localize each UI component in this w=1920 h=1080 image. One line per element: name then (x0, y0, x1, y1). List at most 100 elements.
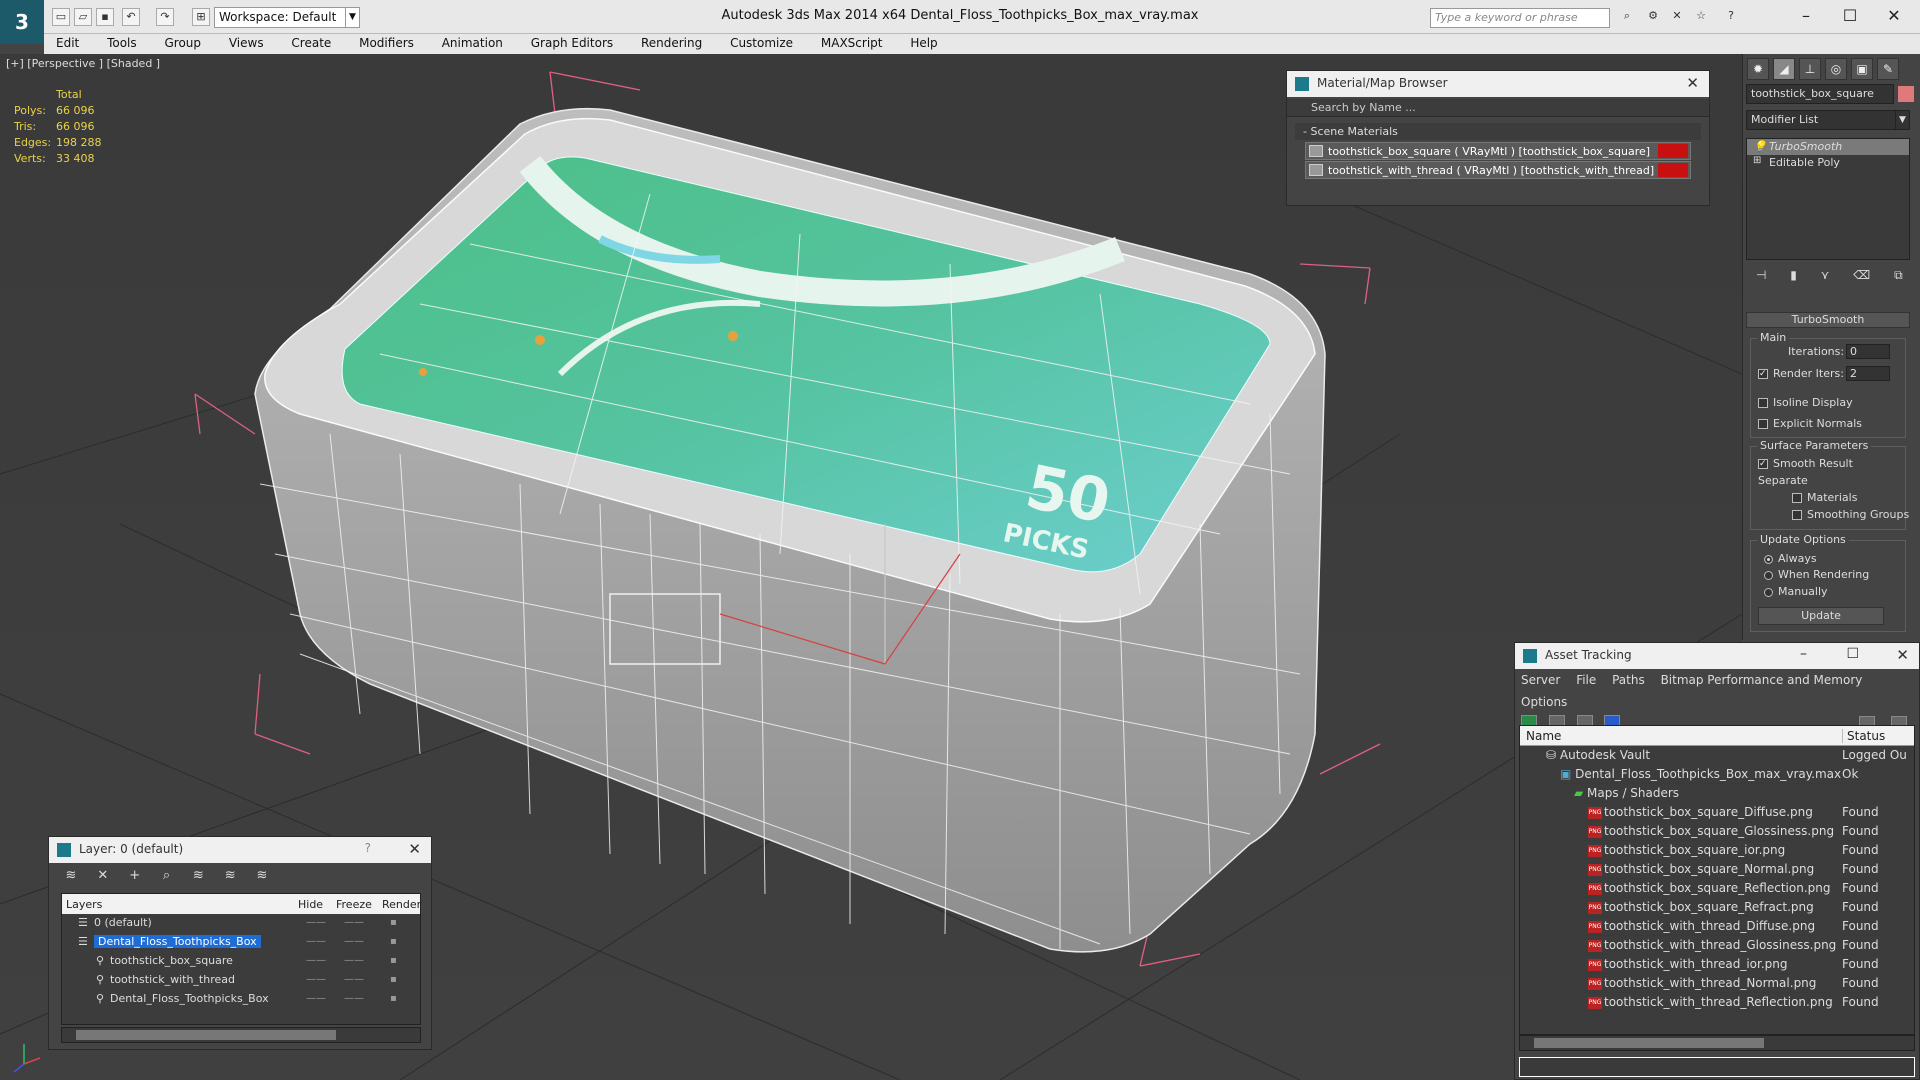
app-logo[interactable]: 3 (0, 0, 44, 44)
asset-row[interactable]: PNG toothstick_with_thread_Reflection.png… (1520, 993, 1914, 1012)
iterations-spinner[interactable]: 0 (1846, 344, 1890, 359)
layer-row[interactable]: ⚲ toothstick_box_square —— —— ▪ (62, 952, 420, 971)
close-icon[interactable]: ✕ (408, 840, 421, 858)
menu-maxscript[interactable]: MAXScript (809, 34, 895, 52)
new-file-icon[interactable]: ▭ (52, 8, 70, 26)
isoline-display-checkbox[interactable]: Isoline Display (1758, 396, 1853, 409)
menu-server[interactable]: Server (1515, 669, 1566, 691)
asset-tracking-titlebar[interactable]: Asset Tracking – ☐ ✕ (1515, 643, 1919, 669)
create-tab-icon[interactable]: ✹ (1747, 58, 1769, 80)
turbosmooth-rollout-header[interactable]: TurboSmooth (1746, 312, 1910, 328)
asset-row[interactable]: ⛁ Autodesk Vault Logged Ou (1520, 746, 1914, 765)
menu-file[interactable]: File (1570, 669, 1602, 691)
layer-manager-titlebar[interactable]: Layer: 0 (default) ? ✕ (49, 837, 431, 863)
column-header-status[interactable]: Status (1842, 729, 1885, 743)
render-toggle[interactable]: ▪ (390, 955, 397, 966)
undo-icon[interactable]: ↶ (122, 8, 140, 26)
highlight-layer-icon[interactable]: ≋ (190, 869, 206, 883)
smooth-result-checkbox[interactable]: Smooth Result (1758, 457, 1853, 470)
asset-row[interactable]: ▣ Dental_Floss_Toothpicks_Box_max_vray.m… (1520, 765, 1914, 784)
asset-row[interactable]: PNG toothstick_with_thread_Normal.png Foun… (1520, 974, 1914, 993)
material-search-input[interactable]: Search by Name ... (1287, 99, 1709, 117)
utilities-tab-icon[interactable]: ✎ (1877, 58, 1899, 80)
render-toggle[interactable]: ▪ (390, 917, 397, 928)
asset-row[interactable]: PNG toothstick_with_thread_ior.png Found (1520, 955, 1914, 974)
modify-tab-icon[interactable]: ◢ (1773, 58, 1795, 80)
update-button[interactable]: Update (1758, 607, 1884, 625)
freeze-toggle[interactable]: —— (344, 936, 364, 947)
minimize-icon[interactable]: – (1800, 646, 1807, 662)
communication-icon[interactable]: ✕ (1668, 8, 1686, 26)
freeze-all-icon[interactable]: ≋ (254, 869, 270, 883)
help-icon[interactable]: ? (1722, 8, 1740, 26)
material-item[interactable]: toothstick_with_thread ( VRayMtl ) [toot… (1305, 161, 1691, 179)
modifier-list-dropdown[interactable]: Modifier List ▼ (1746, 110, 1910, 130)
layer-row[interactable]: ⚲ Dental_Floss_Toothpicks_Box —— —— ▪ (62, 990, 420, 1009)
hide-toggle[interactable]: —— (306, 917, 326, 928)
menu-bitmap-performance[interactable]: Bitmap Performance and Memory (1655, 669, 1869, 691)
render-iters-checkbox[interactable] (1758, 369, 1768, 379)
menu-animation[interactable]: Animation (430, 34, 515, 52)
minimize-icon[interactable]: – (1786, 4, 1826, 28)
column-header-freeze[interactable]: Freeze (336, 898, 372, 911)
freeze-toggle[interactable]: —— (344, 917, 364, 928)
close-icon[interactable]: ✕ (1896, 646, 1909, 664)
object-color-swatch[interactable] (1898, 86, 1914, 102)
scene-materials-section[interactable]: - Scene Materials (1295, 123, 1701, 140)
hide-toggle[interactable]: —— (306, 993, 326, 1004)
asset-row[interactable]: PNG toothstick_box_square_Diffuse.png Foun… (1520, 803, 1914, 822)
menu-options[interactable]: Options (1515, 691, 1573, 713)
new-layer-icon[interactable]: ≋ (63, 869, 79, 883)
layer-row[interactable]: ☰ Dental_Floss_Toothpicks_Box —— —— ▪ (62, 933, 420, 952)
asset-row[interactable]: PNG toothstick_with_thread_Diffuse.png Fou… (1520, 917, 1914, 936)
column-header-hide[interactable]: Hide (298, 898, 323, 911)
materials-checkbox[interactable]: Materials (1792, 491, 1857, 504)
asset-row[interactable]: ▰ Maps / Shaders (1520, 784, 1914, 803)
close-icon[interactable]: ✕ (1874, 4, 1914, 28)
object-name-field[interactable]: toothstick_box_square (1746, 84, 1894, 104)
search-input[interactable]: Type a keyword or phrase (1430, 8, 1610, 28)
menu-tools[interactable]: Tools (95, 34, 149, 52)
stack-item-editable-poly[interactable]: ⊞ Editable Poly (1747, 155, 1909, 171)
smoothing-groups-checkbox[interactable]: Smoothing Groups (1792, 508, 1909, 521)
open-file-icon[interactable]: ▱ (74, 8, 92, 26)
menu-create[interactable]: Create (279, 34, 343, 52)
explicit-normals-checkbox[interactable]: Explicit Normals (1758, 417, 1862, 430)
menu-rendering[interactable]: Rendering (629, 34, 714, 52)
freeze-toggle[interactable]: —— (344, 974, 364, 985)
binoculars-icon[interactable]: ⌕ (1618, 8, 1636, 26)
viewport-label[interactable]: [+] [Perspective ] [Shaded ] (6, 57, 160, 70)
render-toggle[interactable]: ▪ (390, 936, 397, 947)
asset-path-field[interactable] (1519, 1057, 1915, 1077)
hide-toggle[interactable]: —— (306, 974, 326, 985)
layer-row[interactable]: ⚲ toothstick_with_thread —— —— ▪ (62, 971, 420, 990)
menu-graph-editors[interactable]: Graph Editors (519, 34, 625, 52)
maximize-icon[interactable]: ☐ (1830, 4, 1870, 28)
workspace-dropdown[interactable]: Workspace: Default ▼ (214, 7, 360, 28)
project-folder-icon[interactable]: ⊞ (192, 8, 210, 26)
menu-views[interactable]: Views (217, 34, 276, 52)
render-toggle[interactable]: ▪ (390, 974, 397, 985)
asset-row[interactable]: PNG toothstick_box_square_Normal.png Found (1520, 860, 1914, 879)
menu-help[interactable]: Help (898, 34, 949, 52)
close-icon[interactable]: ✕ (1686, 74, 1699, 92)
menu-modifiers[interactable]: Modifiers (347, 34, 426, 52)
freeze-toggle[interactable]: —— (344, 955, 364, 966)
favorites-icon[interactable]: ☆ (1692, 8, 1710, 26)
layer-horizontal-scrollbar[interactable] (61, 1027, 421, 1043)
motion-tab-icon[interactable]: ◎ (1825, 58, 1847, 80)
column-header-render[interactable]: Render (382, 898, 421, 911)
asset-row[interactable]: PNG toothstick_box_square_ior.png Found (1520, 841, 1914, 860)
asset-horizontal-scrollbar[interactable] (1519, 1035, 1915, 1051)
hide-toggle[interactable]: —— (306, 936, 326, 947)
material-item[interactable]: toothstick_box_square ( VRayMtl ) [tooth… (1305, 142, 1691, 160)
asset-row[interactable]: PNG toothstick_box_square_Reflection.png F… (1520, 879, 1914, 898)
subscription-icon[interactable]: ⚙ (1644, 8, 1662, 26)
menu-edit[interactable]: Edit (44, 34, 91, 52)
menu-customize[interactable]: Customize (718, 34, 805, 52)
material-browser-titlebar[interactable]: Material/Map Browser ✕ (1287, 71, 1709, 97)
asset-row[interactable]: PNG toothstick_with_thread_Glossiness.png… (1520, 936, 1914, 955)
hide-toggle[interactable]: —— (306, 955, 326, 966)
expand-icon[interactable]: ⊞ (1753, 155, 1761, 166)
manually-radio[interactable]: Manually (1764, 585, 1828, 598)
